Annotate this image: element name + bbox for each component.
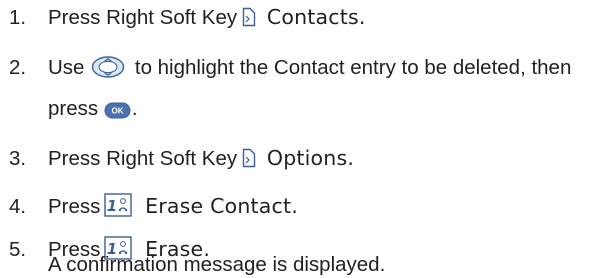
- step-text-line2-after: .: [131, 97, 138, 120]
- step-text: Press Right Soft Key Options.: [48, 145, 354, 172]
- confirmation-note: A confirmation message is displayed.: [48, 253, 386, 276]
- key-1-label: 1: [107, 197, 117, 215]
- key-1-icon: 1: [104, 192, 133, 217]
- step-text-before: Use: [48, 56, 85, 79]
- ok-key-icon: OK: [104, 99, 131, 119]
- ok-key-label: OK: [111, 107, 123, 116]
- step-text: Press 1 Erase Contact.: [48, 192, 298, 220]
- step-text: Press Right Soft Key Contacts.: [48, 4, 366, 31]
- step-text-before: Press Right Soft Key: [48, 6, 238, 29]
- step-number: 4.: [9, 195, 27, 218]
- instruction-steps: 1. Press Right Soft Key Contacts. 2. Use…: [0, 0, 608, 278]
- step-text-after: Erase Contact.: [138, 194, 298, 218]
- step-text: Use to highlight the Contact entry to be…: [48, 54, 571, 81]
- step-number: 3.: [9, 147, 27, 170]
- step-text-after: Options.: [260, 146, 355, 170]
- step-text-after: Contacts.: [260, 5, 366, 29]
- step-number: 1.: [9, 6, 27, 29]
- step-text-before: Press: [48, 195, 101, 218]
- step-number: 5.: [9, 238, 27, 261]
- step-5-note: A confirmation message is displayed.: [48, 251, 385, 278]
- step-number: 2.: [9, 56, 27, 79]
- step-text-before: Press Right Soft Key: [48, 147, 238, 170]
- navigation-key-icon: [91, 55, 125, 78]
- right-soft-key-icon: [242, 148, 256, 168]
- step-text-line2-before: press: [48, 97, 99, 120]
- step-text-after: to highlight the Contact entry to be del…: [129, 56, 572, 79]
- step-text-line2: press OK.: [48, 95, 138, 122]
- right-soft-key-icon: [242, 7, 256, 27]
